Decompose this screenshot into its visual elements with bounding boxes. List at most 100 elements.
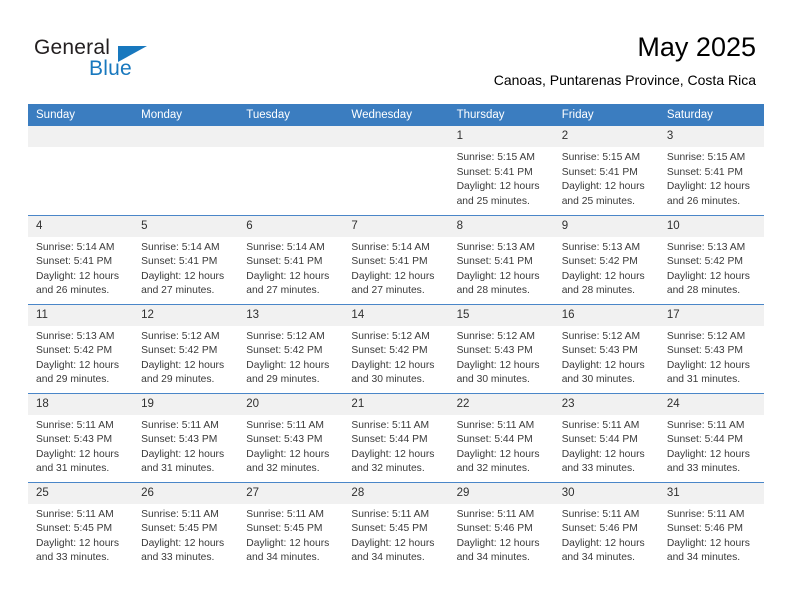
day-cell[interactable]: 25 Sunrise: 5:11 AM Sunset: 5:45 PM Dayl… [28, 481, 134, 571]
day-number: 22 [448, 393, 554, 415]
sunrise-text: Sunrise: 5:14 AM [246, 241, 325, 253]
day-cell[interactable]: 17 Sunrise: 5:12 AM Sunset: 5:43 PM Dayl… [658, 303, 764, 393]
daylight-text-line2: and 33 minutes. [141, 552, 215, 564]
day-cell[interactable]: 6 Sunrise: 5:14 AM Sunset: 5:41 PM Dayli… [238, 214, 344, 304]
day-cell[interactable]: 27 Sunrise: 5:11 AM Sunset: 5:45 PM Dayl… [238, 481, 344, 571]
day-number: 13 [238, 304, 344, 326]
day-number: 3 [658, 126, 764, 147]
daylight-text-line2: and 27 minutes. [141, 285, 215, 297]
day-number: 14 [343, 304, 449, 326]
sunset-text: Sunset: 5:45 PM [246, 523, 323, 535]
daylight-text-line1: Daylight: 12 hours [36, 537, 119, 549]
sunset-text: Sunset: 5:45 PM [36, 523, 113, 535]
sunset-text: Sunset: 5:41 PM [141, 256, 218, 268]
day-cell[interactable]: 7 Sunrise: 5:14 AM Sunset: 5:41 PM Dayli… [343, 214, 449, 304]
day-cell[interactable]: 22 Sunrise: 5:11 AM Sunset: 5:44 PM Dayl… [448, 392, 554, 482]
day-cell[interactable]: 15 Sunrise: 5:12 AM Sunset: 5:43 PM Dayl… [448, 303, 554, 393]
day-cell[interactable]: 12 Sunrise: 5:12 AM Sunset: 5:42 PM Dayl… [133, 303, 239, 393]
day-cell[interactable]: 9 Sunrise: 5:13 AM Sunset: 5:42 PM Dayli… [553, 214, 659, 304]
day-cell[interactable]: 18 Sunrise: 5:11 AM Sunset: 5:43 PM Dayl… [28, 392, 134, 482]
week-row: 1 Sunrise: 5:15 AM Sunset: 5:41 PM Dayli… [28, 126, 764, 215]
day-number: 8 [448, 215, 554, 237]
day-details: Sunrise: 5:12 AM Sunset: 5:43 PM Dayligh… [554, 326, 659, 388]
day-number: 4 [28, 215, 134, 237]
day-cell[interactable]: 14 Sunrise: 5:12 AM Sunset: 5:42 PM Dayl… [343, 303, 449, 393]
day-details: Sunrise: 5:11 AM Sunset: 5:43 PM Dayligh… [238, 415, 343, 477]
daylight-text-line2: and 28 minutes. [456, 285, 530, 297]
day-number: 6 [238, 215, 344, 237]
daylight-text-line1: Daylight: 12 hours [141, 537, 225, 549]
daylight-text-line1: Daylight: 12 hours [666, 537, 750, 549]
daylight-text-line2: and 32 minutes. [456, 463, 530, 475]
sunset-text: Sunset: 5:44 PM [351, 434, 428, 446]
day-cell[interactable]: 20 Sunrise: 5:11 AM Sunset: 5:43 PM Dayl… [238, 392, 344, 482]
day-details: Sunrise: 5:12 AM Sunset: 5:42 PM Dayligh… [238, 326, 343, 388]
daylight-text-line2: and 33 minutes. [561, 463, 635, 475]
day-cell[interactable]: 8 Sunrise: 5:13 AM Sunset: 5:41 PM Dayli… [448, 214, 554, 304]
sunrise-text: Sunrise: 5:12 AM [666, 330, 746, 342]
sunrise-text: Sunrise: 5:11 AM [456, 508, 535, 520]
daylight-text-line1: Daylight: 12 hours [141, 448, 225, 460]
sunrise-text: Sunrise: 5:12 AM [351, 330, 430, 342]
day-number: 15 [448, 304, 554, 326]
day-cell-empty [343, 126, 449, 215]
day-cell[interactable]: 30 Sunrise: 5:11 AM Sunset: 5:46 PM Dayl… [553, 481, 659, 571]
day-details: Sunrise: 5:11 AM Sunset: 5:44 PM Dayligh… [659, 415, 764, 477]
daylight-text-line1: Daylight: 12 hours [351, 537, 435, 549]
daylight-text-line2: and 25 minutes. [561, 195, 635, 207]
weekday-header-tuesday: Tuesday [238, 104, 344, 126]
day-cell[interactable]: 3 Sunrise: 5:15 AM Sunset: 5:41 PM Dayli… [658, 126, 764, 215]
sunrise-text: Sunrise: 5:15 AM [666, 152, 746, 163]
daylight-text-line1: Daylight: 12 hours [246, 359, 330, 371]
day-cell[interactable]: 11 Sunrise: 5:13 AM Sunset: 5:42 PM Dayl… [28, 303, 134, 393]
day-cell[interactable]: 21 Sunrise: 5:11 AM Sunset: 5:44 PM Dayl… [343, 392, 449, 482]
day-number: 23 [553, 393, 659, 415]
day-cell[interactable]: 10 Sunrise: 5:13 AM Sunset: 5:42 PM Dayl… [658, 214, 764, 304]
daylight-text-line1: Daylight: 12 hours [456, 359, 540, 371]
sunset-text: Sunset: 5:41 PM [666, 166, 743, 178]
daylight-text-line1: Daylight: 12 hours [246, 448, 330, 460]
day-cell[interactable]: 4 Sunrise: 5:14 AM Sunset: 5:41 PM Dayli… [28, 214, 134, 304]
sunrise-text: Sunrise: 5:14 AM [351, 241, 430, 253]
daylight-text-line2: and 31 minutes. [36, 463, 110, 475]
daylight-text-line1: Daylight: 12 hours [246, 537, 330, 549]
weekday-header-monday: Monday [133, 104, 239, 126]
day-cell[interactable]: 24 Sunrise: 5:11 AM Sunset: 5:44 PM Dayl… [658, 392, 764, 482]
daylight-text-line2: and 33 minutes. [36, 552, 110, 564]
sunset-text: Sunset: 5:43 PM [561, 345, 638, 357]
day-cell[interactable]: 19 Sunrise: 5:11 AM Sunset: 5:43 PM Dayl… [133, 392, 239, 482]
sunrise-text: Sunrise: 5:11 AM [561, 508, 640, 520]
daylight-text-line2: and 27 minutes. [246, 285, 320, 297]
sunrise-text: Sunrise: 5:11 AM [36, 419, 114, 431]
day-cell[interactable]: 28 Sunrise: 5:11 AM Sunset: 5:45 PM Dayl… [343, 481, 449, 571]
daylight-text-line1: Daylight: 12 hours [666, 270, 750, 282]
day-details: Sunrise: 5:11 AM Sunset: 5:44 PM Dayligh… [554, 415, 659, 477]
brand-logo[interactable]: General Blue [34, 36, 274, 88]
day-cell[interactable]: 16 Sunrise: 5:12 AM Sunset: 5:43 PM Dayl… [553, 303, 659, 393]
day-cell[interactable]: 2 Sunrise: 5:15 AM Sunset: 5:41 PM Dayli… [553, 126, 659, 215]
day-number: 1 [448, 126, 554, 147]
day-number [28, 126, 134, 147]
daylight-text-line1: Daylight: 12 hours [141, 270, 225, 282]
sunrise-text: Sunrise: 5:11 AM [351, 508, 430, 520]
sunset-text: Sunset: 5:43 PM [456, 345, 533, 357]
day-details: Sunrise: 5:11 AM Sunset: 5:44 PM Dayligh… [449, 415, 554, 477]
daylight-text-line2: and 30 minutes. [351, 374, 425, 386]
day-cell[interactable]: 13 Sunrise: 5:12 AM Sunset: 5:42 PM Dayl… [238, 303, 344, 393]
day-details: Sunrise: 5:12 AM Sunset: 5:43 PM Dayligh… [659, 326, 764, 388]
daylight-text-line2: and 28 minutes. [561, 285, 635, 297]
weekday-header-saturday: Saturday [658, 104, 764, 126]
sunrise-text: Sunrise: 5:12 AM [141, 330, 220, 342]
daylight-text-line2: and 32 minutes. [351, 463, 425, 475]
day-cell[interactable]: 26 Sunrise: 5:11 AM Sunset: 5:45 PM Dayl… [133, 481, 239, 571]
day-cell[interactable]: 29 Sunrise: 5:11 AM Sunset: 5:46 PM Dayl… [448, 481, 554, 571]
day-cell[interactable]: 23 Sunrise: 5:11 AM Sunset: 5:44 PM Dayl… [553, 392, 659, 482]
sunset-text: Sunset: 5:43 PM [246, 434, 323, 446]
sunset-text: Sunset: 5:45 PM [351, 523, 428, 535]
day-cell[interactable]: 1 Sunrise: 5:15 AM Sunset: 5:41 PM Dayli… [448, 126, 554, 215]
daylight-text-line1: Daylight: 12 hours [351, 270, 435, 282]
day-number: 18 [28, 393, 134, 415]
day-cell[interactable]: 5 Sunrise: 5:14 AM Sunset: 5:41 PM Dayli… [133, 214, 239, 304]
day-cell[interactable]: 31 Sunrise: 5:11 AM Sunset: 5:46 PM Dayl… [658, 481, 764, 571]
daylight-text-line2: and 31 minutes. [666, 374, 741, 386]
